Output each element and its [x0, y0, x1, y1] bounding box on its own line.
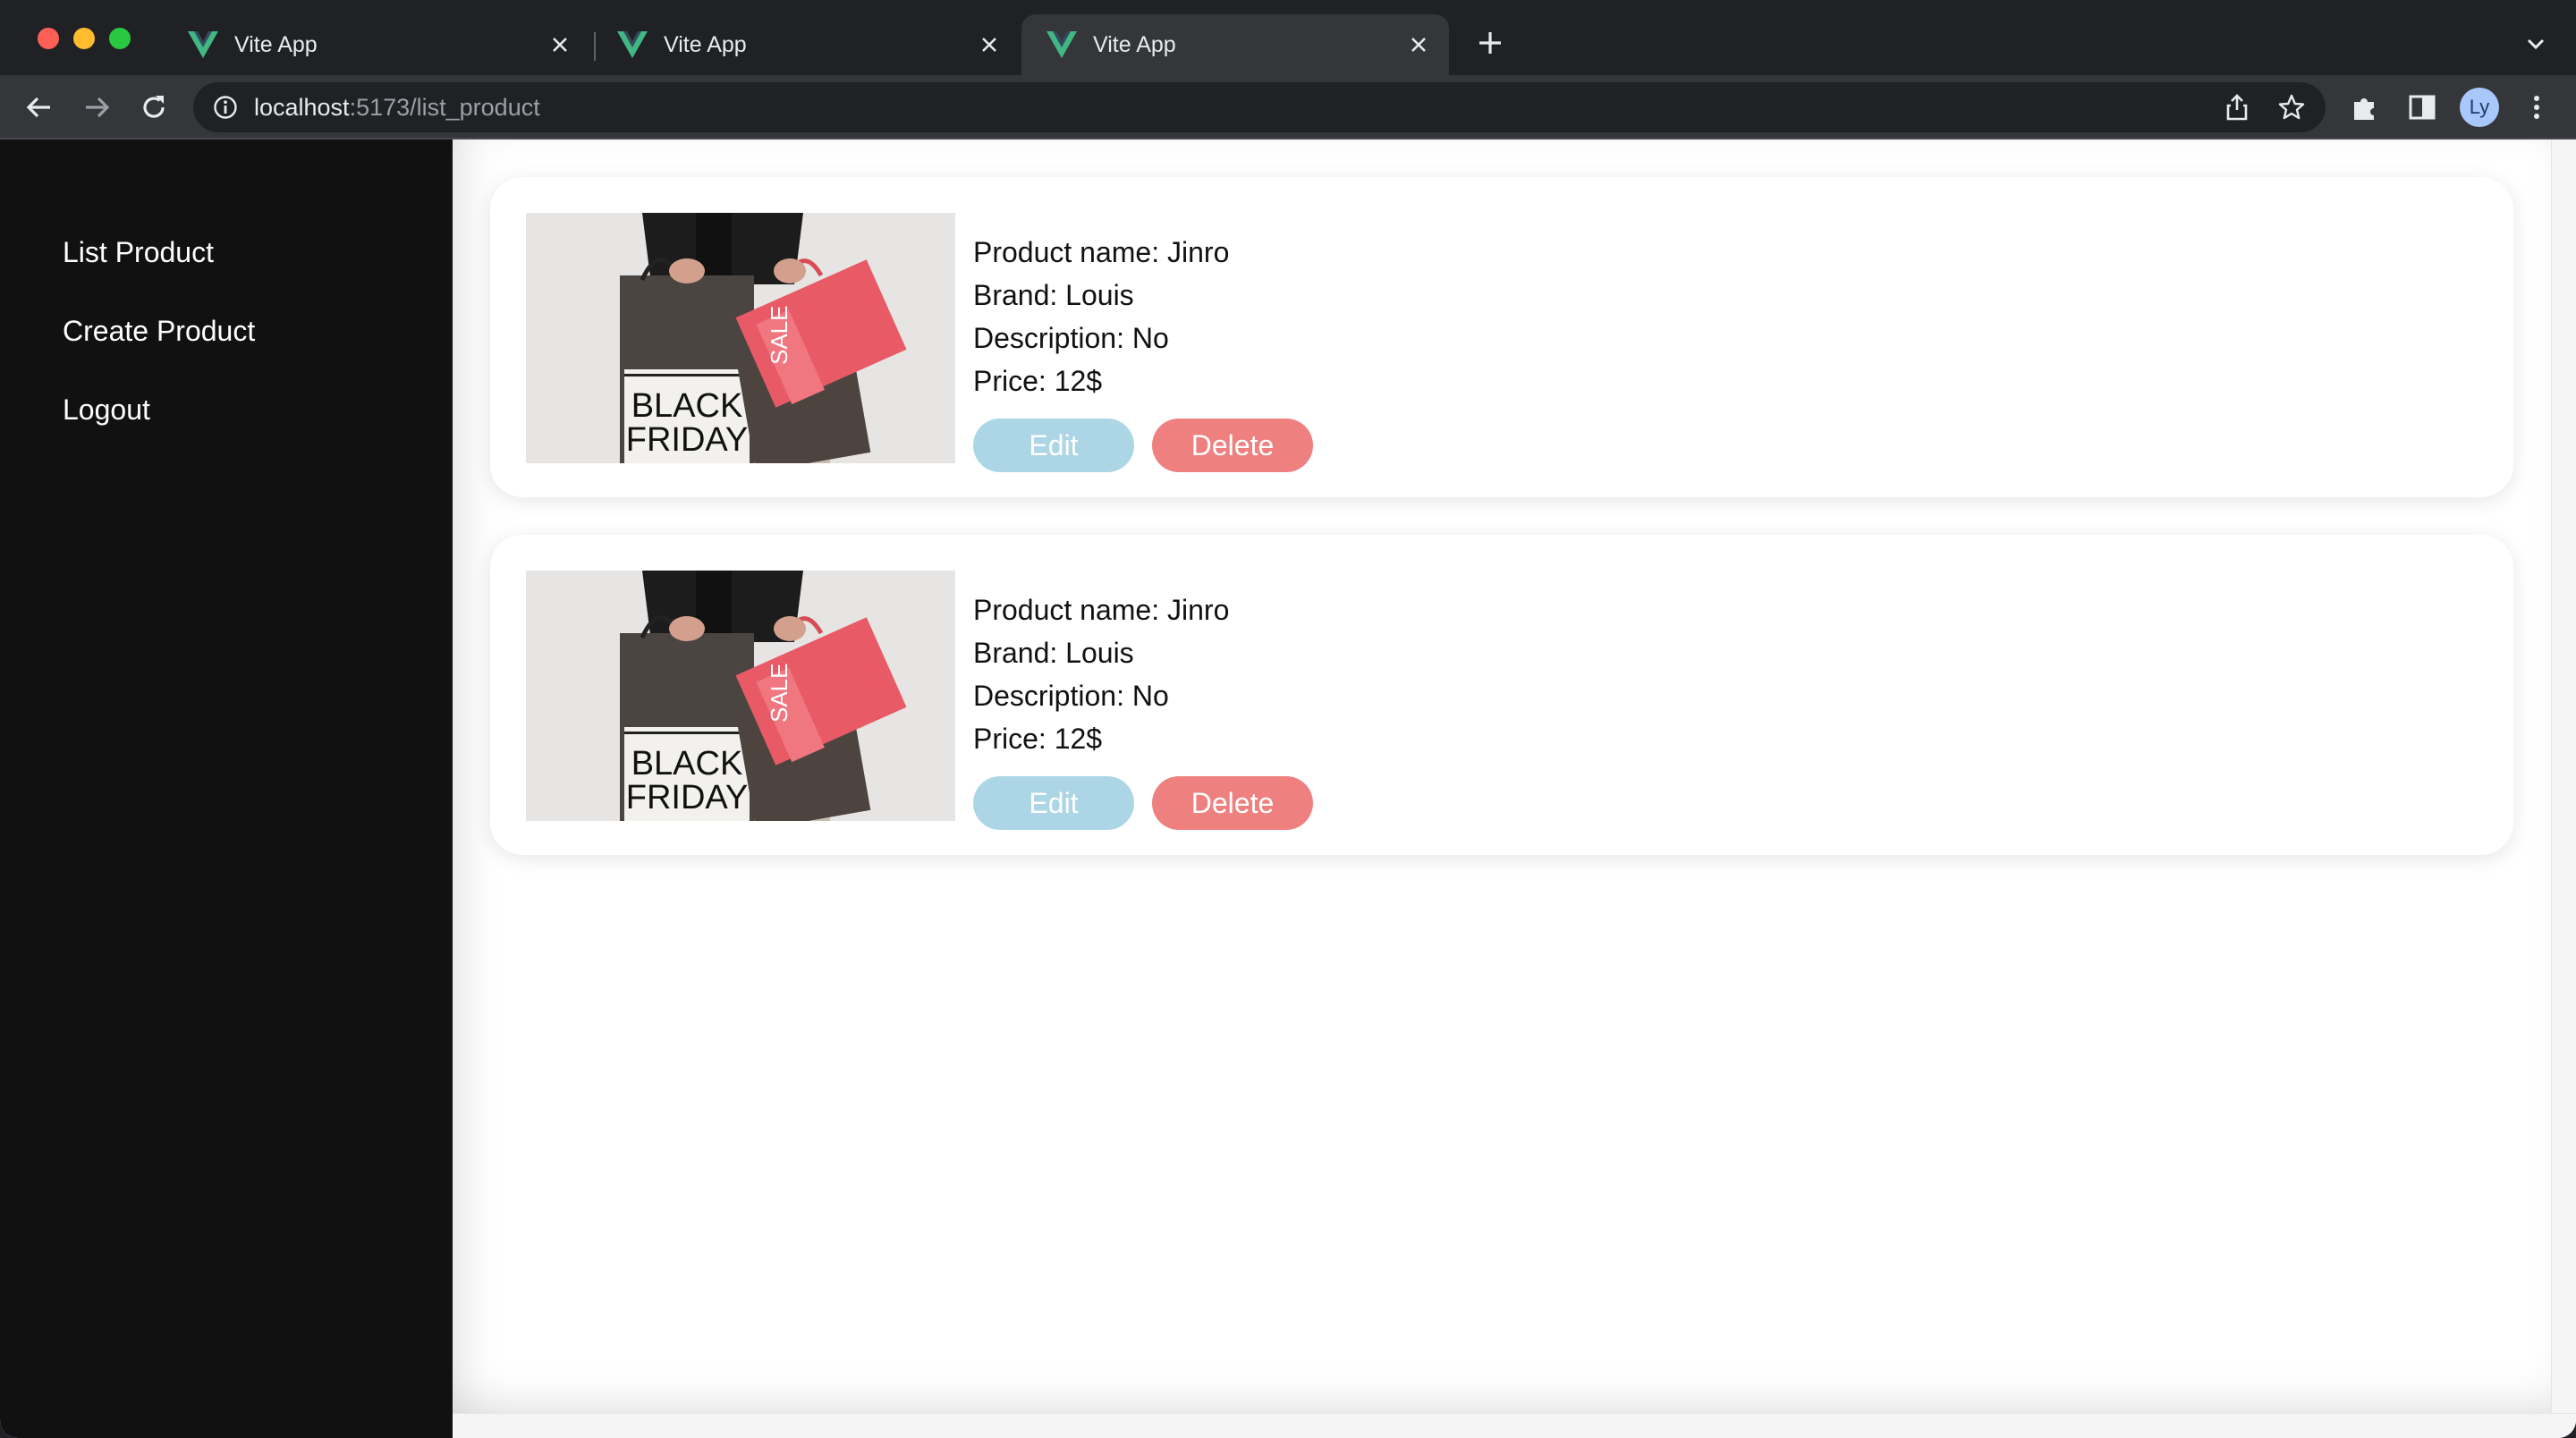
close-tab-icon[interactable]	[547, 32, 572, 57]
product-description: Description: No	[973, 322, 1169, 354]
page-viewport: List Product Create Product Logout BLACK	[0, 140, 2576, 1438]
vertical-scrollbar[interactable]	[2551, 140, 2576, 1438]
forward-arrow-icon[interactable]	[80, 91, 113, 123]
product-image: BLACK FRIDAY SALE	[526, 571, 955, 821]
tab-title: Vite App	[234, 31, 318, 57]
image-text-friday: FRIDAY	[626, 779, 749, 816]
image-text-sale: SALE	[766, 664, 792, 723]
browser-tab[interactable]: Vite App	[163, 14, 590, 75]
reload-icon[interactable]	[138, 91, 170, 123]
close-tab-icon[interactable]	[977, 32, 1002, 57]
sidebar: List Product Create Product Logout	[0, 140, 453, 1438]
info-icon[interactable]	[213, 95, 238, 120]
browser-tab-active[interactable]: Vite App	[1021, 14, 1449, 75]
url-host: localhost	[254, 94, 350, 121]
delete-button[interactable]: Delete	[1152, 776, 1313, 830]
image-text-sale: SALE	[766, 306, 792, 366]
product-info: Product name: Jinro Brand: Louis Descrip…	[973, 588, 1229, 760]
url-text[interactable]: localhost:5173/list_product	[254, 82, 540, 132]
sidebar-item-logout[interactable]: Logout	[63, 392, 150, 427]
vue-logo-icon	[617, 31, 648, 58]
maximize-window-button[interactable]	[109, 28, 131, 49]
minimize-window-button[interactable]	[73, 28, 95, 49]
vue-logo-icon	[188, 31, 218, 58]
browser-window: Vite App Vite App Vite App localhost:517…	[0, 0, 2576, 1438]
side-panel-icon[interactable]	[2406, 91, 2438, 123]
delete-button[interactable]: Delete	[1152, 419, 1313, 472]
vue-logo-icon	[1046, 31, 1077, 58]
product-brand: Brand: Louis	[973, 279, 1134, 311]
product-card: BLACK FRIDAY SALE Product name: Jinro Br…	[490, 177, 2513, 497]
sidebar-item-list-product[interactable]: List Product	[63, 234, 214, 270]
edit-button[interactable]: Edit	[973, 776, 1134, 830]
product-info: Product name: Jinro Brand: Louis Descrip…	[973, 231, 1229, 402]
edit-button[interactable]: Edit	[973, 419, 1134, 472]
product-name: Product name: Jinro	[973, 236, 1230, 268]
address-bar[interactable]: localhost:5173/list_product	[193, 82, 2326, 132]
product-brand: Brand: Louis	[973, 637, 1134, 669]
sidebar-item-create-product[interactable]: Create Product	[63, 313, 255, 349]
url-path: :5173/list_product	[349, 94, 540, 121]
browser-toolbar: localhost:5173/list_product Ly	[0, 75, 2576, 140]
tab-title: Vite App	[664, 31, 747, 57]
image-text-black: BLACK	[631, 745, 743, 782]
chevron-down-icon[interactable]	[2522, 30, 2549, 57]
horizontal-scrollbar[interactable]	[453, 1413, 2576, 1438]
product-card: BLACK FRIDAY SALE Product name: Jinro Br…	[490, 535, 2513, 855]
profile-avatar[interactable]: Ly	[2460, 88, 2499, 127]
browser-tab[interactable]: Vite App	[592, 14, 1020, 75]
product-price: Price: 12$	[973, 723, 1103, 755]
tab-strip: Vite App Vite App Vite App	[0, 0, 2576, 75]
tab-title: Vite App	[1093, 31, 1176, 57]
product-image: BLACK FRIDAY SALE	[526, 213, 955, 463]
bookmark-star-icon[interactable]	[2277, 93, 2306, 122]
back-arrow-icon[interactable]	[23, 91, 55, 123]
kebab-menu-icon[interactable]	[2521, 91, 2553, 123]
product-description: Description: No	[973, 680, 1169, 712]
product-price: Price: 12$	[973, 365, 1103, 397]
image-text-friday: FRIDAY	[626, 421, 749, 459]
extensions-puzzle-icon[interactable]	[2349, 91, 2381, 123]
close-tab-icon[interactable]	[1406, 32, 1431, 57]
new-tab-icon[interactable]	[1474, 27, 1506, 59]
image-text-black: BLACK	[631, 387, 743, 425]
close-window-button[interactable]	[38, 28, 59, 49]
product-name: Product name: Jinro	[973, 594, 1230, 626]
share-icon[interactable]	[2224, 93, 2250, 122]
